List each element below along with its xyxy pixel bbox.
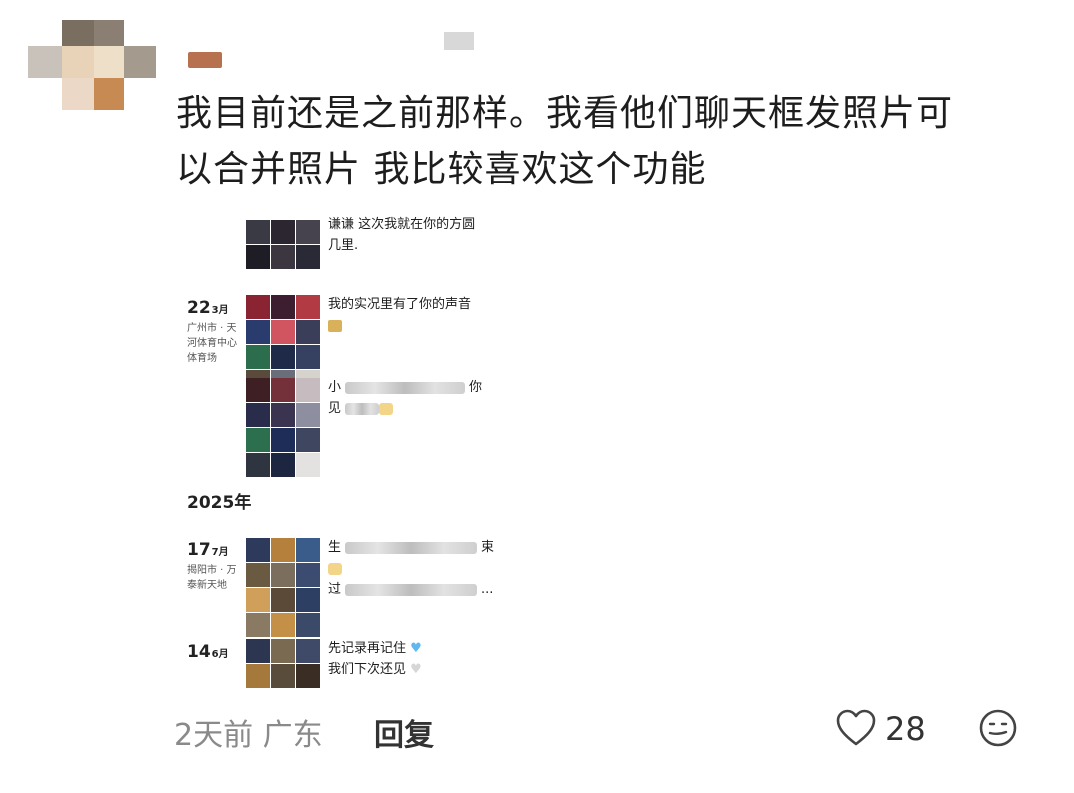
year-header: 2025年 — [187, 493, 252, 513]
username-blur[interactable] — [188, 52, 222, 68]
emoji-icon — [328, 319, 342, 332]
smiley-face-icon[interactable] — [978, 708, 1018, 748]
attached-screenshot[interactable]: 谦谦 这次我就在你的方圆 几里. 223月 广州市 · 天河体育中心体育场 我的… — [180, 210, 510, 696]
heart-outline-icon[interactable] — [834, 706, 878, 750]
blurred-text — [345, 541, 478, 554]
like-count: 28 — [885, 710, 926, 748]
white-heart-icon: ♥ — [410, 662, 422, 677]
photo-grid — [246, 378, 320, 477]
time-location: 2天前 广东 — [174, 718, 323, 753]
location-label: 广州市 · 天河体育中心体育场 — [187, 323, 237, 364]
photo-grid — [246, 538, 320, 637]
username-blur-smudge — [444, 32, 474, 50]
location-label: 揭阳市 · 万泰新天地 — [187, 565, 237, 591]
emoji-icon — [328, 562, 342, 575]
comment-text: 我目前还是之前那样。我看他们聊天框发照片可 以合并照片 我比较喜欢这个功能 — [176, 86, 1036, 198]
blurred-text — [345, 381, 466, 394]
comment-footer: 2天前 广东 回复 28 — [174, 706, 1034, 756]
message-text: 小你 见 — [328, 380, 483, 416]
photo-grid — [246, 220, 320, 269]
reply-button[interactable]: 回复 — [374, 710, 434, 754]
blue-heart-icon: ♥ — [410, 641, 422, 656]
message-text: 我的实况里有了你的声音 — [328, 294, 471, 336]
photo-grid — [246, 639, 320, 688]
blurred-text — [345, 583, 478, 596]
message-text: 谦谦 这次我就在你的方圆 几里. — [328, 217, 476, 253]
date-label: 177月 — [187, 540, 229, 560]
emoji-icon — [379, 402, 394, 415]
comment-line-1: 我目前还是之前那样。我看他们聊天框发照片可 — [176, 93, 954, 134]
date-label: 146月 — [187, 642, 229, 662]
message-text: 生束 过... — [328, 540, 495, 597]
comment-line-2: 以合并照片 我比较喜欢这个功能 — [176, 149, 707, 190]
message-text: 先记录再记住 ♥ 我们下次还见 ♥ — [328, 641, 422, 677]
avatar[interactable] — [28, 20, 156, 118]
blurred-text — [345, 402, 380, 415]
date-label: 223月 — [187, 298, 229, 318]
